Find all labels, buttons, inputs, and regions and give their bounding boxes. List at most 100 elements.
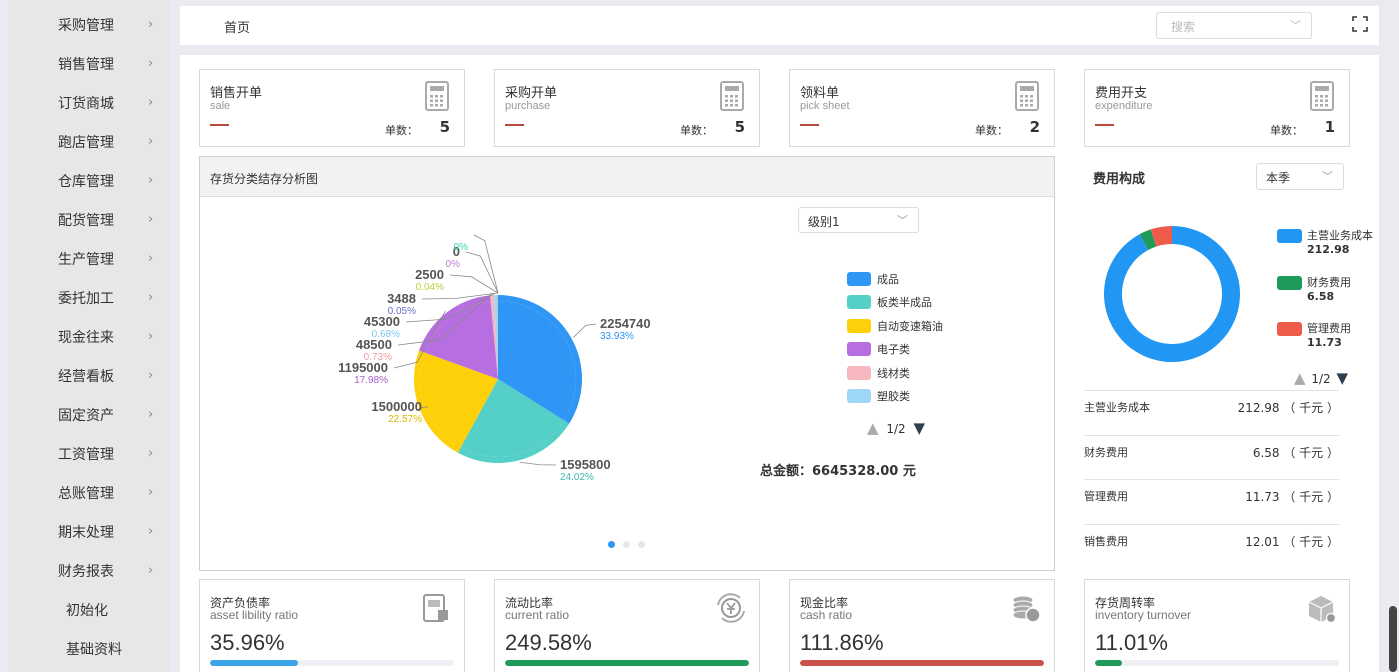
- chevron-right-icon: ›: [148, 173, 154, 188]
- legend-item[interactable]: 成品: [847, 271, 899, 287]
- carousel-dot-2[interactable]: [623, 541, 630, 548]
- pie-percent-label: 0.73%: [364, 352, 392, 363]
- search-placeholder: 搜索: [1171, 20, 1196, 34]
- search-select[interactable]: 搜索 ﹀: [1156, 12, 1312, 39]
- sidebar-item[interactable]: 基础资料: [8, 629, 169, 668]
- ratio-progress-track: [800, 660, 1044, 666]
- pie-leader-line: [519, 461, 557, 466]
- legend-item[interactable]: 线材类: [847, 365, 910, 381]
- pie-percent-label: 0.04%: [416, 282, 444, 293]
- inventory-pie-chart: 225474033.93% 159580024.02% 150000022.57% 1…: [338, 234, 651, 483]
- pie-value-label: 1500000: [371, 399, 422, 414]
- triangle-down-icon[interactable]: ▼: [1337, 369, 1349, 387]
- sidebar-item[interactable]: 跑店管理 ›: [8, 122, 169, 161]
- triangle-down-icon[interactable]: ▼: [914, 419, 926, 437]
- carousel-dot-1[interactable]: [608, 541, 615, 548]
- document-chart-icon: [423, 594, 448, 622]
- legend-item[interactable]: 自动变速箱油: [847, 318, 943, 334]
- level-select[interactable]: 级别1 ﹀: [798, 207, 919, 233]
- calculator-icon: [1310, 81, 1334, 111]
- legend-value: 11.73: [1307, 336, 1342, 349]
- legend-pager: ▲ 1/2 ▼: [867, 419, 925, 437]
- sidebar-item[interactable]: 委托加工 ›: [8, 278, 169, 317]
- sidebar-item[interactable]: 订货商城 ›: [8, 83, 169, 122]
- legend-label: 线材类: [877, 366, 910, 380]
- sidebar-item[interactable]: 生产管理 ›: [8, 239, 169, 278]
- legend-label: 管理费用: [1307, 322, 1351, 335]
- sidebar-item[interactable]: 现金往来 ›: [8, 317, 169, 356]
- kpi-card[interactable]: 领料单 pick sheet 单数： 2: [789, 69, 1055, 147]
- sidebar-item[interactable]: 财务报表 ›: [8, 551, 169, 590]
- ratio-progress-fill: [800, 660, 1044, 666]
- legend-label: 自动变速箱油: [877, 319, 943, 333]
- sidebar-item-label: 委托加工: [58, 290, 114, 307]
- legend-item[interactable]: 塑胶类: [847, 388, 910, 404]
- chevron-down-icon: ﹀: [1290, 19, 1301, 32]
- expense-row-value: 12.01 （ 千元 ）: [1245, 535, 1339, 550]
- chevron-right-icon: ›: [148, 56, 154, 71]
- chevron-down-icon: ﹀: [897, 214, 908, 227]
- legend-swatch: [847, 318, 871, 333]
- ratio-subtitle: asset libility ratio: [210, 608, 299, 622]
- legend-label: 板类半成品: [877, 296, 932, 310]
- sidebar-item[interactable]: 仓库管理 ›: [8, 161, 169, 200]
- sidebar-item-label: 总账管理: [58, 485, 114, 502]
- sidebar-item[interactable]: 采购管理 ›: [8, 5, 169, 44]
- pie-leader-line: [473, 234, 499, 294]
- legend-swatch: [847, 272, 871, 286]
- carousel-dot-3[interactable]: [638, 541, 645, 548]
- kpi-card[interactable]: 采购开单 purchase 单数： 5: [494, 69, 760, 147]
- donut-slice[interactable]: [1104, 226, 1240, 362]
- sidebar-item[interactable]: 销售管理 ›: [8, 44, 169, 83]
- inventory-analysis-panel: 存货分类结存分析图 2254740 33.93% 1595800 24.02% 1500…: [199, 156, 1055, 571]
- sidebar-item-label: 财务报表: [58, 563, 114, 580]
- legend-label: 成品: [877, 273, 899, 286]
- kpi-card[interactable]: 费用开支 expenditure 单数： 1: [1084, 69, 1350, 147]
- ratio-value: 111.86%: [800, 630, 884, 655]
- expense-row: 财务费用 6.58 （ 千元 ）: [1084, 434, 1339, 479]
- ratio-card[interactable]: 现金比率 cash ratio 111.86%: [789, 579, 1055, 672]
- chevron-right-icon: ›: [148, 290, 154, 305]
- sidebar-item[interactable]: 初始化: [8, 590, 169, 629]
- fullscreen-icon[interactable]: [1352, 16, 1368, 32]
- kpi-card[interactable]: 销售开单 sale 单数： 5: [199, 69, 465, 147]
- expense-title: 费用构成: [1093, 172, 1146, 187]
- ratio-subtitle: cash ratio: [800, 608, 853, 622]
- kpi-subtitle: purchase: [505, 100, 551, 112]
- legend-item[interactable]: 电子类: [847, 341, 910, 357]
- sidebar-item-label: 生产管理: [58, 251, 114, 268]
- sidebar-item[interactable]: 总账管理 ›: [8, 473, 169, 512]
- triangle-up-icon[interactable]: ▲: [1294, 369, 1306, 387]
- sidebar-item[interactable]: 工资管理 ›: [8, 434, 169, 473]
- ratio-card[interactable]: 流动比率 current ratio 249.58%: [494, 579, 760, 672]
- expense-row: 销售费用 12.01 （ 千元 ）: [1084, 524, 1339, 568]
- kpi-title: 采购开单: [505, 86, 558, 101]
- legend-item[interactable]: 板类半成品: [847, 294, 932, 310]
- ratio-progress-fill: [505, 660, 749, 666]
- sidebar-item[interactable]: 固定资产 ›: [8, 395, 169, 434]
- pie-percent-label: 24.02%: [560, 472, 594, 483]
- expense-row: 管理费用 11.73 （ 千元 ）: [1084, 479, 1339, 523]
- sidebar-item[interactable]: 配货管理 ›: [8, 200, 169, 239]
- calculator-icon: [1015, 81, 1039, 111]
- chevron-right-icon: ›: [148, 524, 154, 539]
- breadcrumb-home[interactable]: 首页: [224, 17, 250, 36]
- kpi-trend-dash: [1095, 124, 1114, 126]
- period-select[interactable]: 本季 ﹀: [1256, 163, 1344, 190]
- pie-leader-line: [572, 323, 597, 338]
- sidebar-item[interactable]: 期末处理 ›: [8, 512, 169, 551]
- top-bar: 首页 搜索 ﹀: [180, 6, 1379, 45]
- ratio-card[interactable]: 存货周转率 inventory turnover 11.01%: [1084, 579, 1350, 672]
- sidebar-item[interactable]: 经营看板 ›: [8, 356, 169, 395]
- chevron-down-icon: ﹀: [1322, 170, 1333, 183]
- ratio-card[interactable]: 资产负债率 asset libility ratio 35.96%: [199, 579, 465, 672]
- scrollbar-thumb[interactable]: [1389, 606, 1397, 672]
- pie-slice-ring[interactable]: [493, 295, 498, 302]
- pie-percent-label: 0.68%: [372, 329, 400, 340]
- triangle-up-icon[interactable]: ▲: [867, 419, 879, 437]
- chevron-right-icon: ›: [148, 446, 154, 461]
- panel-header: 存货分类结存分析图: [200, 157, 1054, 197]
- kpi-count: 5: [734, 118, 745, 136]
- ratio-progress-track: [1095, 660, 1339, 666]
- chevron-right-icon: ›: [148, 368, 154, 383]
